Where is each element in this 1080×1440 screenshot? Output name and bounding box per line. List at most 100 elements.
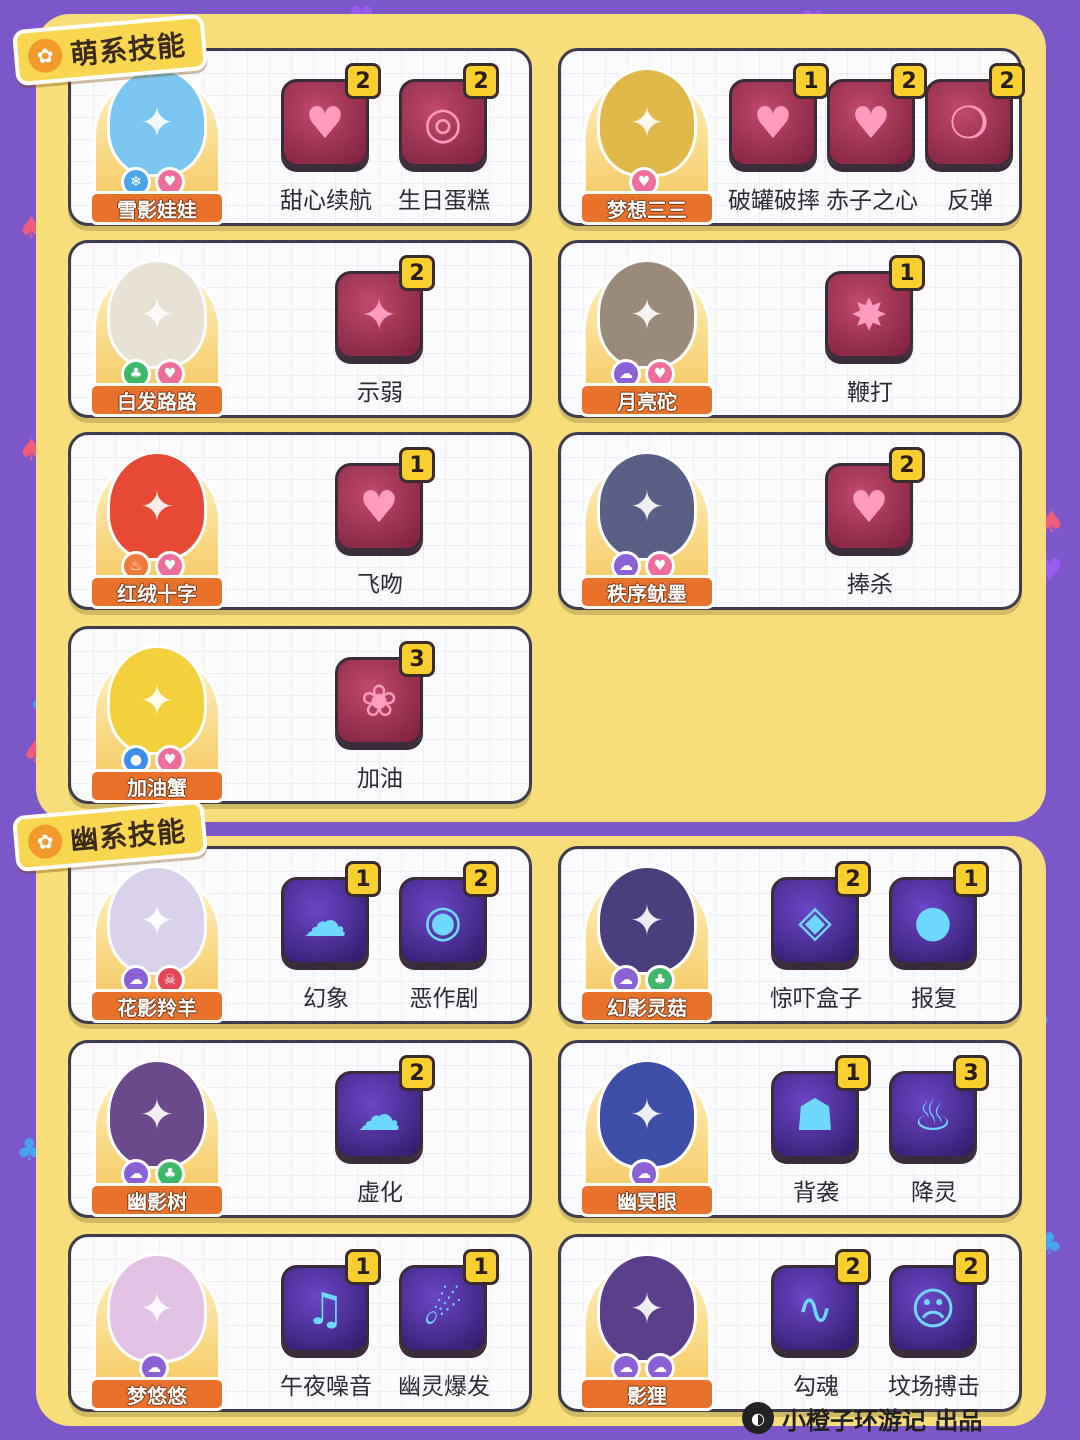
- pet-portrait: ✦ ☁ ♣ 幽影树: [89, 1051, 225, 1217]
- pet-figure: ✦: [597, 451, 697, 561]
- pet-figure: ✦: [107, 1253, 207, 1363]
- skill-item: ☄ 1 幽灵爆发: [389, 1243, 499, 1403]
- skill-count-badge: 1: [345, 861, 381, 897]
- skill-name: 鞭打: [847, 380, 893, 406]
- pet-card: ✦ ♣ ♥ 白发路路 ✦ 2 示弱: [68, 240, 532, 418]
- skill-name: 惊吓盒子: [770, 986, 862, 1012]
- skill-item: ☁ 2 虚化: [325, 1049, 435, 1209]
- skill-item: ☹ 2 坟场搏击: [879, 1243, 989, 1403]
- pet-card: ✦ ☁ ☠ 花影羚羊 ☁ 1 幻象 ◉ 2 恶作剧: [68, 846, 532, 1024]
- pet-card: ✦ ☁ 幽冥眼 ☗ 1 背袭 ♨ 3 降灵: [558, 1040, 1022, 1218]
- skill-count-badge: 2: [399, 255, 435, 291]
- footer-credit: ◐ 小橙子环游记 出品: [742, 1400, 982, 1436]
- pet-name: 幽影树: [89, 1183, 225, 1217]
- skill-item: ☗ 1 背袭: [761, 1049, 871, 1209]
- skill-item: ♥ 2 捧杀: [815, 441, 925, 601]
- pet-portrait: ✦ ❄ ♥ 雪影娃娃: [89, 59, 225, 225]
- skill-item: ♨ 3 降灵: [879, 1049, 989, 1209]
- skill-count-badge: 2: [889, 447, 925, 483]
- pet-figure: ✦: [597, 1253, 697, 1363]
- skill-name: 虚化: [357, 1180, 403, 1206]
- skill-name: 坟场搏击: [888, 1374, 980, 1400]
- pet-portrait: ✦ ☁ ♥ 月亮砣: [579, 251, 715, 417]
- skill-count-badge: 1: [953, 861, 989, 897]
- skill-count-badge: 3: [953, 1055, 989, 1091]
- pet-name: 幽冥眼: [579, 1183, 715, 1217]
- star-badge-icon: ✿: [26, 823, 64, 861]
- skill-count-badge: 2: [989, 63, 1025, 99]
- skill-item: ◎ 2 生日蛋糕: [389, 57, 499, 217]
- skill-name: 午夜噪音: [280, 1374, 372, 1400]
- skill-count-badge: 2: [953, 1249, 989, 1285]
- skill-name: 勾魂: [793, 1374, 839, 1400]
- pet-figure: ✦: [107, 451, 207, 561]
- skill-count-badge: 2: [835, 861, 871, 897]
- pet-card: ✦ ☁ ♣ 幻影灵菇 ◈ 2 惊吓盒子 ● 1 报复: [558, 846, 1022, 1024]
- pet-figure: ✦: [107, 865, 207, 975]
- pet-figure: ✦: [597, 259, 697, 369]
- pet-portrait: ✦ ☁ ♥ 秩序鱿墨: [579, 443, 715, 609]
- pet-card: ✦ ♥ 梦想三三 ♥ 1 破罐破摔 ♥ 2 赤子之心 ❍ 2 反弹: [558, 48, 1025, 226]
- skill-item: ✦ 2 示弱: [325, 249, 435, 409]
- pet-portrait: ✦ ♨ ♥ 红绒十字: [89, 443, 225, 609]
- skill-item: ❀ 3 加油: [325, 635, 435, 795]
- skill-count-badge: 2: [345, 63, 381, 99]
- pet-portrait: ✦ ☁ 幽冥眼: [579, 1051, 715, 1217]
- pet-figure: ✦: [107, 259, 207, 369]
- skill-name: 甜心续航: [280, 188, 372, 214]
- skill-count-badge: 1: [399, 447, 435, 483]
- pet-name: 秩序鱿墨: [579, 575, 715, 609]
- pet-card: ✦ ● ♥ 加油蟹 ❀ 3 加油: [68, 626, 532, 804]
- pet-portrait: ✦ ☁ 梦悠悠: [89, 1245, 225, 1411]
- pet-name: 花影羚羊: [89, 989, 225, 1023]
- pet-name: 月亮砣: [579, 383, 715, 417]
- skill-item: ❍ 2 反弹: [915, 57, 1025, 217]
- skill-name: 示弱: [357, 380, 403, 406]
- skill-name: 生日蛋糕: [398, 188, 490, 214]
- pet-card: ✦ ☁ ♥ 月亮砣 ✸ 1 鞭打: [558, 240, 1022, 418]
- skill-name: 降灵: [911, 1180, 957, 1206]
- skill-count-badge: 1: [463, 1249, 499, 1285]
- skill-name: 报复: [911, 986, 957, 1012]
- skill-count-badge: 2: [399, 1055, 435, 1091]
- skill-name: 幻象: [303, 986, 349, 1012]
- pet-figure: ✦: [597, 67, 697, 177]
- skill-count-badge: 1: [345, 1249, 381, 1285]
- skill-count-badge: 2: [463, 63, 499, 99]
- skill-count-badge: 1: [835, 1055, 871, 1091]
- skill-item: ● 1 报复: [879, 855, 989, 1015]
- pet-card: ✦ ☁ ☁ 影狸 ∿ 2 勾魂 ☹ 2 坟场搏击: [558, 1234, 1022, 1412]
- skill-item: ♥ 1 飞吻: [325, 441, 435, 601]
- skill-name: 背袭: [793, 1180, 839, 1206]
- pet-card: ✦ ☁ ♥ 秩序鱿墨 ♥ 2 捧杀: [558, 432, 1022, 610]
- star-badge-icon: ✿: [26, 37, 64, 75]
- pet-portrait: ✦ ● ♥ 加油蟹: [89, 637, 225, 803]
- pet-name: 加油蟹: [89, 769, 225, 803]
- skill-count-badge: 1: [889, 255, 925, 291]
- skill-name: 捧杀: [847, 572, 893, 598]
- planet-icon: ◐: [742, 1402, 774, 1434]
- pet-name: 影狸: [579, 1377, 715, 1411]
- pet-name: 白发路路: [89, 383, 225, 417]
- pet-name: 梦悠悠: [89, 1377, 225, 1411]
- pet-name: 梦想三三: [579, 191, 715, 225]
- skill-item: ♫ 1 午夜噪音: [271, 1243, 381, 1403]
- pet-card: ✦ ☁ ♣ 幽影树 ☁ 2 虚化: [68, 1040, 532, 1218]
- pet-portrait: ✦ ♣ ♥ 白发路路: [89, 251, 225, 417]
- skill-name: 加油: [357, 766, 403, 792]
- pet-card: ✦ ♨ ♥ 红绒十字 ♥ 1 飞吻: [68, 432, 532, 610]
- pet-name: 幻影灵菇: [579, 989, 715, 1023]
- skill-count-badge: 3: [399, 641, 435, 677]
- skill-name: 恶作剧: [409, 986, 479, 1012]
- pet-figure: ✦: [107, 645, 207, 755]
- skill-count-badge: 2: [463, 861, 499, 897]
- pet-portrait: ✦ ☁ ☠ 花影羚羊: [89, 857, 225, 1023]
- skill-item: ✸ 1 鞭打: [815, 249, 925, 409]
- skill-name: 幽灵爆发: [398, 1374, 490, 1400]
- skill-item: ☁ 1 幻象: [271, 855, 381, 1015]
- pet-card: ✦ ☁ 梦悠悠 ♫ 1 午夜噪音 ☄ 1 幽灵爆发: [68, 1234, 532, 1412]
- skill-item: ◈ 2 惊吓盒子: [761, 855, 871, 1015]
- pet-figure: ✦: [107, 1059, 207, 1169]
- skill-count-badge: 2: [835, 1249, 871, 1285]
- pet-portrait: ✦ ☁ ☁ 影狸: [579, 1245, 715, 1411]
